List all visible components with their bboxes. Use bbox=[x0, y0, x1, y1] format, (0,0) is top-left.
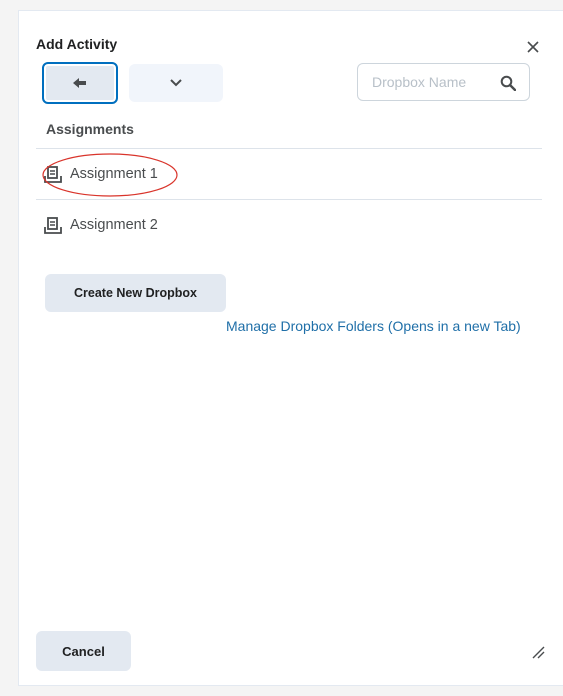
create-new-dropbox-button[interactable]: Create New Dropbox bbox=[45, 274, 226, 312]
section-title: Assignments bbox=[46, 121, 134, 137]
assignments-section-header: Assignments bbox=[36, 112, 542, 149]
arrow-left-icon bbox=[73, 78, 86, 88]
search-icon bbox=[500, 75, 516, 91]
list-item-label: Assignment 2 bbox=[70, 217, 158, 233]
manage-dropbox-folders-link[interactable]: Manage Dropbox Folders (Opens in a new T… bbox=[226, 318, 521, 334]
list-item[interactable]: Assignment 1 bbox=[36, 150, 542, 200]
close-icon bbox=[527, 41, 539, 53]
list-item-label: Assignment 1 bbox=[70, 166, 158, 182]
menu-dropdown-button[interactable] bbox=[129, 64, 223, 102]
dropbox-icon bbox=[44, 166, 62, 183]
list-item[interactable]: Assignment 2 bbox=[36, 201, 542, 251]
search-input[interactable] bbox=[358, 64, 488, 100]
cancel-button[interactable]: Cancel bbox=[36, 631, 131, 671]
resize-handle-icon[interactable] bbox=[528, 642, 546, 660]
chevron-down-icon bbox=[170, 79, 182, 87]
search-button[interactable] bbox=[496, 71, 520, 95]
close-button[interactable] bbox=[522, 36, 544, 58]
dropbox-icon bbox=[44, 217, 62, 234]
search-box bbox=[357, 63, 530, 101]
dialog-title: Add Activity bbox=[36, 36, 118, 52]
back-button[interactable] bbox=[42, 62, 118, 104]
